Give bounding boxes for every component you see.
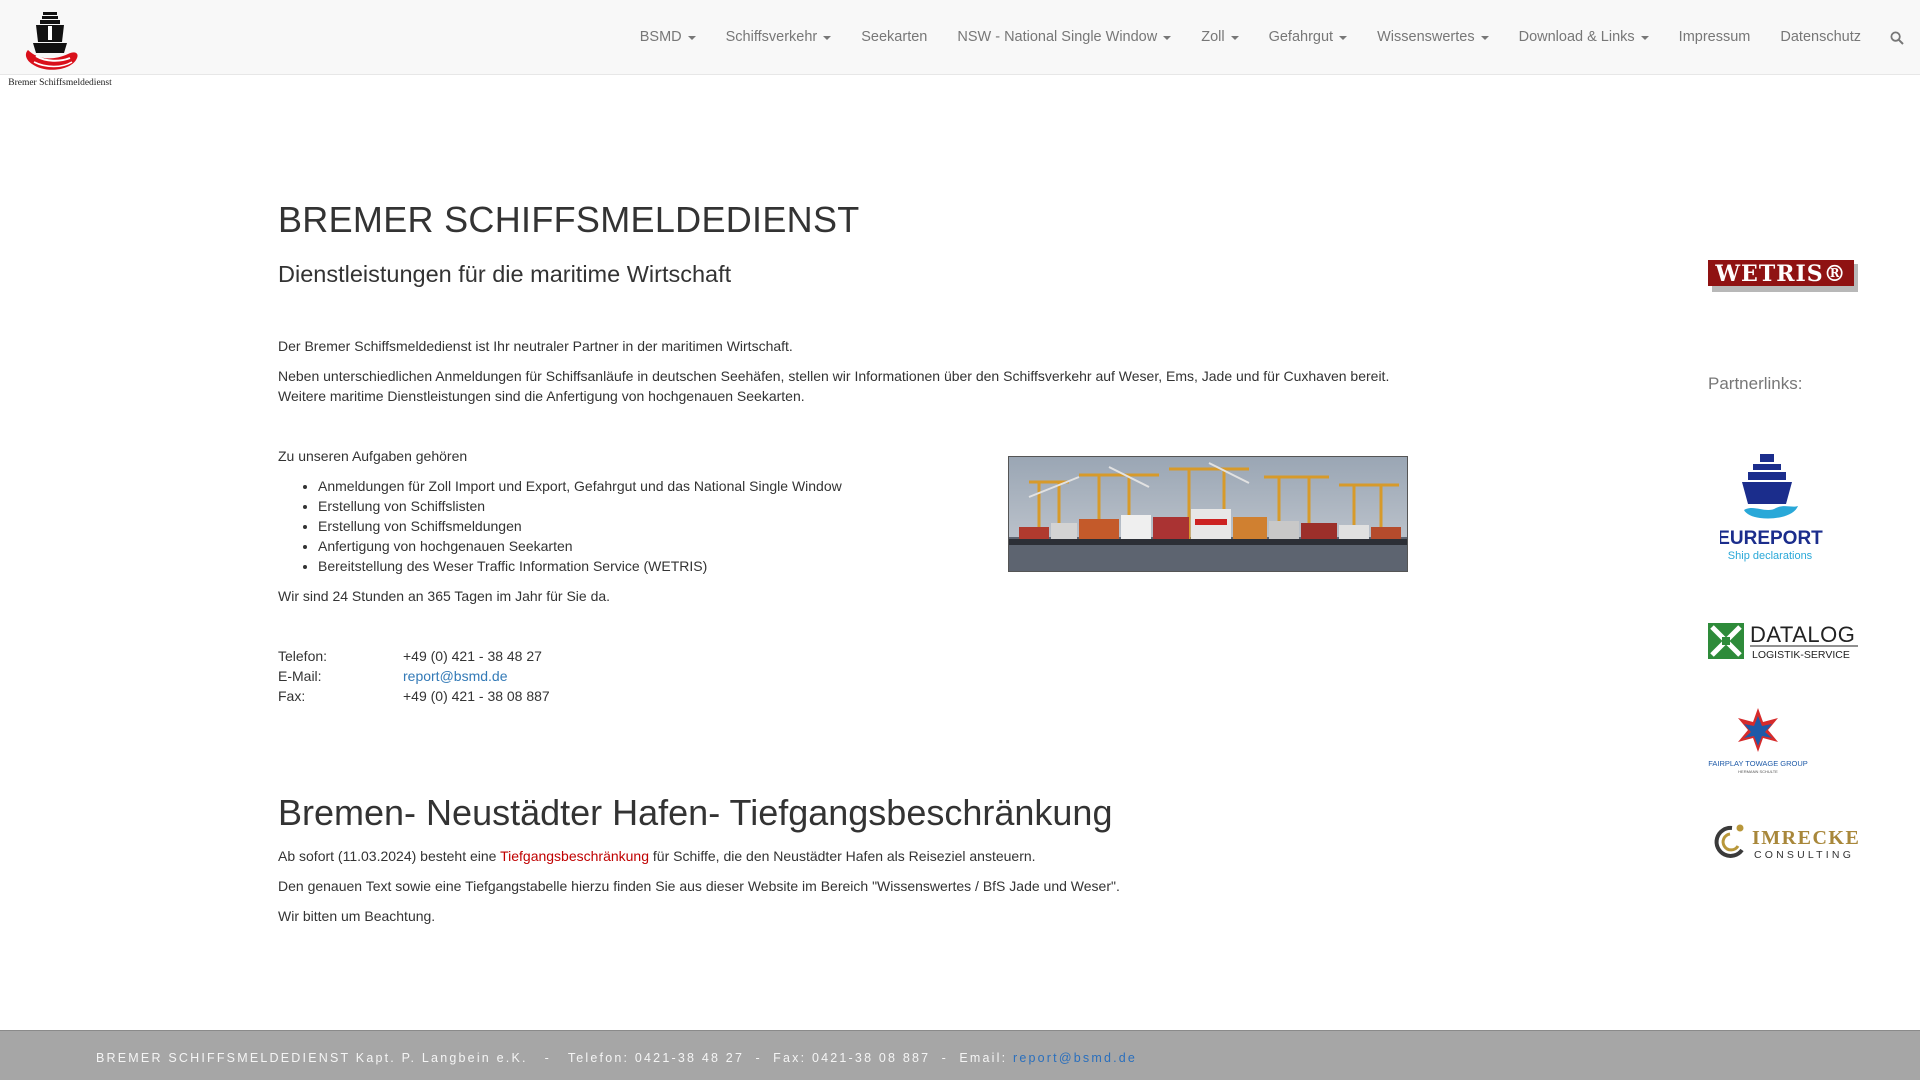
contact-table: Telefon: +49 (0) 421 - 38 48 27 E-Mail: … bbox=[278, 646, 550, 706]
nav-seekarten[interactable]: Seekarten bbox=[846, 0, 942, 75]
tasks-title: Zu unseren Aufgaben gehören bbox=[278, 448, 468, 464]
footer: BREMER SCHIFFSMELDEDIENST Kapt. P. Langb… bbox=[0, 1030, 1920, 1080]
news-highlight-link[interactable]: Tiefgangsbeschränkung bbox=[500, 848, 649, 864]
ship-logo-icon bbox=[25, 12, 78, 70]
service-hours: Wir sind 24 Stunden an 365 Tagen im Jahr… bbox=[278, 588, 611, 604]
imrecke-name: IMRECKE bbox=[1752, 827, 1860, 849]
caret-down-icon bbox=[1339, 35, 1348, 40]
caret-down-icon bbox=[1480, 35, 1489, 40]
list-item: Bereitstellung des Weser Traffic Informa… bbox=[318, 556, 842, 576]
tasks-list: Anmeldungen für Zoll Import und Export, … bbox=[278, 476, 842, 576]
eureport-name: EUREPORT bbox=[1720, 528, 1823, 549]
eureport-tagline: Ship declarations bbox=[1728, 550, 1813, 562]
navbar: Bremer Schiffsmeldedienst BSMD Schiffsve… bbox=[0, 0, 1920, 88]
nav-impressum[interactable]: Impressum bbox=[1664, 0, 1766, 75]
fairplay-logo: FAIRPLAY TOWAGE GROUP HERMANN SCHULTE bbox=[1708, 708, 1808, 774]
fax-value: +49 (0) 421 - 38 08 887 bbox=[403, 688, 550, 704]
partner-fairplay[interactable]: FAIRPLAY TOWAGE GROUP HERMANN SCHULTE bbox=[1708, 706, 1812, 779]
nav-wissenswertes[interactable]: Wissenswertes bbox=[1362, 0, 1504, 75]
main-content: BREMER SCHIFFSMELDEDIENST Dienstleistung… bbox=[278, 199, 1408, 924]
nav-label: NSW - National Single Window bbox=[957, 29, 1158, 46]
news-title: Bremen- Neustädter Hafen- Tiefgangsbesch… bbox=[278, 792, 1113, 833]
search-icon bbox=[1890, 31, 1904, 45]
imrecke-logo: IMRECKE CONSULTING bbox=[1714, 824, 1860, 861]
contact-row-fax: Fax: +49 (0) 421 - 38 08 887 bbox=[278, 686, 550, 706]
nav-gefahrgut[interactable]: Gefahrgut bbox=[1254, 0, 1363, 75]
main-nav: BSMD Schiffsverkehr Seekarten NSW - Nati… bbox=[625, 0, 1920, 75]
nav-label: Datenschutz bbox=[1780, 29, 1861, 46]
nav-label: BSMD bbox=[639, 29, 682, 46]
intro-paragraph-1: Der Bremer Schiffsmeldedienst ist Ihr ne… bbox=[278, 338, 793, 354]
harbor-image bbox=[1008, 456, 1408, 572]
wetris-logo[interactable]: WETRIS® bbox=[1708, 258, 1860, 299]
caret-down-icon bbox=[1230, 35, 1239, 40]
caret-down-icon bbox=[1640, 35, 1649, 40]
caret-down-icon bbox=[1163, 35, 1172, 40]
imrecke-tagline: CONSULTING bbox=[1754, 849, 1854, 861]
nav-datenschutz[interactable]: Datenschutz bbox=[1765, 0, 1876, 75]
nav-download-links[interactable]: Download & Links bbox=[1504, 0, 1664, 75]
phone-label: Telefon: bbox=[278, 648, 328, 664]
wetris-logo-image: WETRIS® bbox=[1708, 260, 1858, 292]
partner-datalog[interactable]: DATALOG LOGISTIK-SERVICE bbox=[1708, 620, 1860, 665]
nav-label: Schiffsverkehr bbox=[725, 29, 818, 46]
intro-paragraph-2: Neben unterschiedlichen Anmeldungen für … bbox=[278, 368, 1390, 404]
contact-row-phone: Telefon: +49 (0) 421 - 38 48 27 bbox=[278, 646, 550, 666]
nav-label: Seekarten bbox=[861, 29, 928, 46]
email-link[interactable]: report@bsmd.de bbox=[403, 668, 507, 684]
nav-label: Impressum bbox=[1678, 29, 1751, 46]
datalog-tagline: LOGISTIK-SERVICE bbox=[1752, 649, 1850, 661]
brand-logo[interactable]: Bremer Schiffsmeldedienst bbox=[6, 8, 112, 90]
datalog-name: DATALOG bbox=[1750, 622, 1855, 647]
nav-zoll[interactable]: Zoll bbox=[1186, 0, 1253, 75]
list-item: Erstellung von Schiffsmeldungen bbox=[318, 516, 842, 536]
list-item: Anmeldungen für Zoll Import und Export, … bbox=[318, 476, 842, 496]
nav-bsmd[interactable]: BSMD bbox=[625, 0, 711, 75]
nav-label: Download & Links bbox=[1518, 29, 1635, 46]
caret-down-icon bbox=[823, 35, 832, 40]
search-button[interactable] bbox=[1876, 0, 1920, 75]
partner-title: Partnerlinks: bbox=[1708, 374, 1803, 393]
list-item: Erstellung von Schiffslisten bbox=[318, 496, 842, 516]
logo-text: Bremer Schiffsmeldedienst bbox=[8, 78, 112, 88]
nav-label: Gefahrgut bbox=[1268, 29, 1334, 46]
footer-info: BREMER SCHIFFSMELDEDIENST Kapt. P. Langb… bbox=[96, 1051, 1013, 1065]
news-text: für Schiffe, die den Neustädter Hafen al… bbox=[649, 848, 1036, 864]
page-subtitle: Dienstleistungen für die maritime Wirtsc… bbox=[278, 260, 732, 287]
caret-down-icon bbox=[687, 35, 696, 40]
footer-text: BREMER SCHIFFSMELDEDIENST Kapt. P. Langb… bbox=[96, 1051, 1137, 1065]
fairplay-name: FAIRPLAY TOWAGE GROUP bbox=[1708, 759, 1808, 768]
nav-nsw[interactable]: NSW - National Single Window bbox=[942, 0, 1186, 75]
news-paragraph-3: Wir bitten um Beachtung. bbox=[278, 908, 436, 924]
wetris-text: WETRIS® bbox=[1714, 261, 1846, 287]
nav-schiffsverkehr[interactable]: Schiffsverkehr bbox=[711, 0, 847, 75]
footer-email-link[interactable]: report@bsmd.de bbox=[1013, 1051, 1137, 1065]
datalog-logo: DATALOG LOGISTIK-SERVICE bbox=[1708, 622, 1858, 661]
nav-label: Wissenswertes bbox=[1377, 29, 1475, 46]
news-paragraph-2: Den genauen Text sowie eine Tiefgangstab… bbox=[278, 878, 1120, 894]
container-harbor-picture bbox=[1009, 457, 1407, 571]
email-label: E-Mail: bbox=[278, 668, 322, 684]
page-title: BREMER SCHIFFSMELDEDIENST bbox=[278, 199, 860, 240]
fairplay-tagline: HERMANN SCHULTE bbox=[1738, 769, 1778, 774]
list-item: Anfertigung von hochgenauen Seekarten bbox=[318, 536, 842, 556]
nav-label: Zoll bbox=[1201, 29, 1225, 46]
fax-label: Fax: bbox=[278, 688, 306, 704]
contact-row-email: E-Mail: report@bsmd.de bbox=[278, 666, 550, 686]
news-text: Ab sofort (11.03.2024) besteht eine bbox=[278, 848, 501, 864]
news-paragraph-1: Ab sofort (11.03.2024) besteht eine Tief… bbox=[278, 846, 1036, 866]
partner-eureport[interactable]: EUREPORT Ship declarations bbox=[1717, 452, 1830, 567]
partner-imrecke[interactable]: IMRECKE CONSULTING bbox=[1708, 820, 1860, 867]
phone-value: +49 (0) 421 - 38 48 27 bbox=[403, 648, 542, 664]
eureport-logo: EUREPORT Ship declarations bbox=[1717, 454, 1823, 562]
